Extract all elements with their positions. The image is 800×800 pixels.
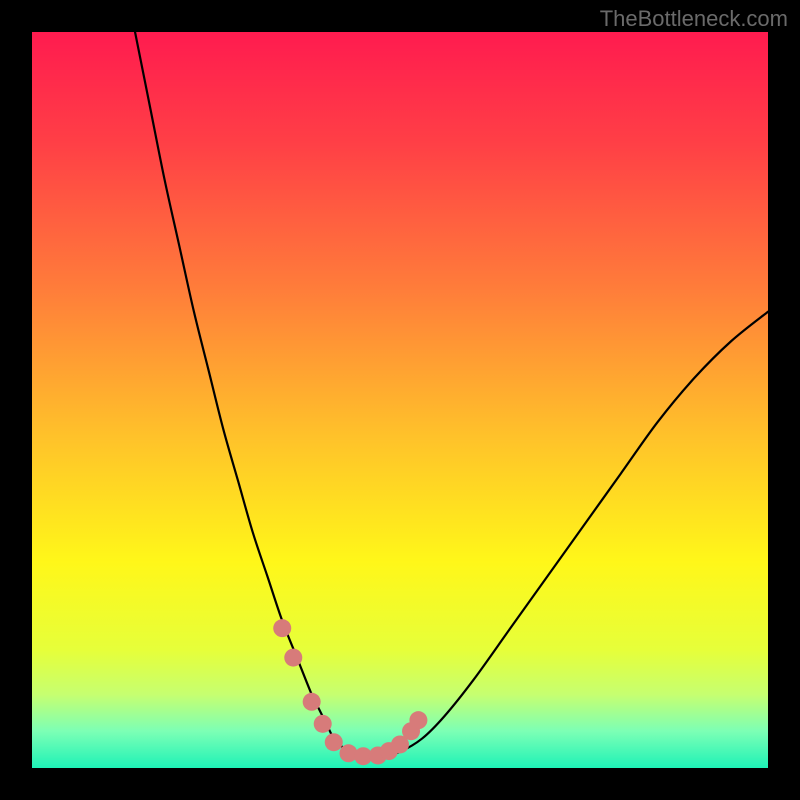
highlight-dot bbox=[284, 649, 302, 667]
highlight-dot bbox=[273, 619, 291, 637]
chart-svg bbox=[32, 32, 768, 768]
highlight-dot bbox=[314, 715, 332, 733]
highlight-dot bbox=[303, 693, 321, 711]
highlight-dot bbox=[325, 733, 343, 751]
highlight-dot bbox=[409, 711, 427, 729]
plot-area bbox=[32, 32, 768, 768]
gradient-background bbox=[32, 32, 768, 768]
chart-container: TheBottleneck.com bbox=[0, 0, 800, 800]
watermark-text: TheBottleneck.com bbox=[600, 6, 788, 32]
